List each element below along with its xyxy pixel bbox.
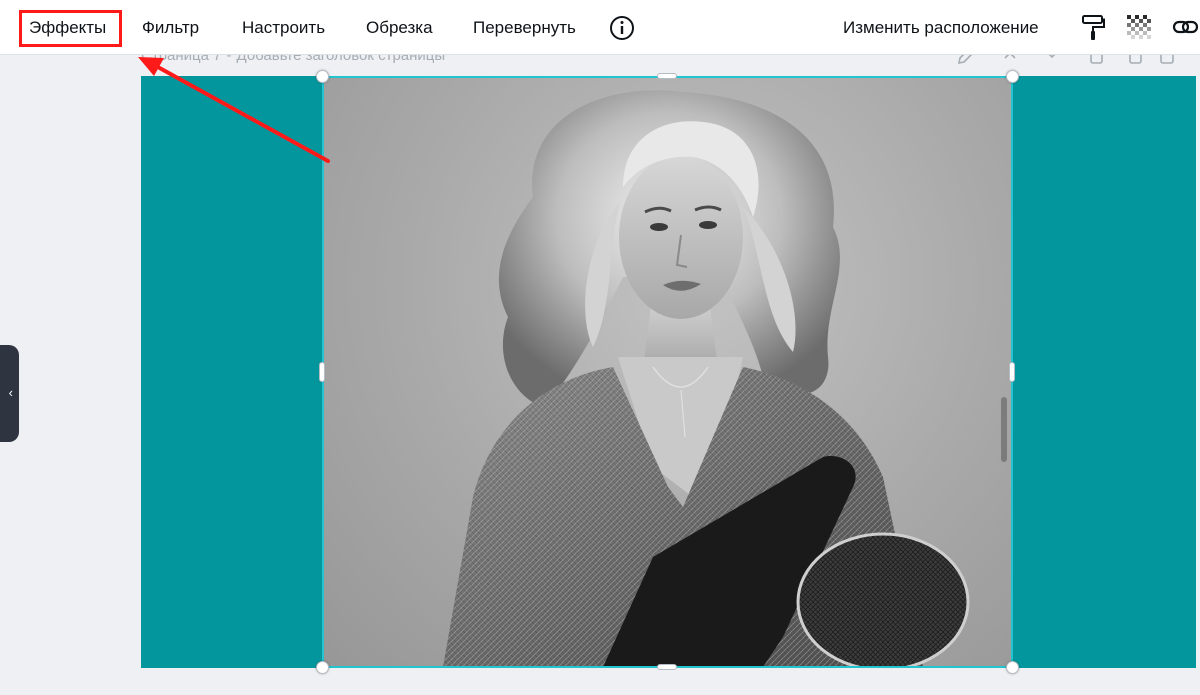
resize-handle-top[interactable] <box>657 73 677 79</box>
chevron-left-icon: ‹ <box>8 385 13 400</box>
photo-woman-portrait <box>443 90 970 667</box>
resize-handle-bottom-right[interactable] <box>1006 661 1019 674</box>
info-icon[interactable] <box>609 15 635 41</box>
image-edit-toolbar: Эффекты Фильтр Настроить Обрезка Перевер… <box>0 0 1200 55</box>
filter-button[interactable]: Фильтр <box>142 0 199 55</box>
effects-button[interactable]: Эффекты <box>29 0 106 55</box>
flip-button[interactable]: Перевернуть <box>473 0 576 55</box>
crop-button[interactable]: Обрезка <box>366 0 433 55</box>
resize-handle-top-left[interactable] <box>316 70 329 83</box>
scrollbar-thumb[interactable] <box>1001 397 1007 462</box>
adjust-button[interactable]: Настроить <box>242 0 325 55</box>
paint-roller-icon[interactable] <box>1081 14 1105 42</box>
selected-photo[interactable] <box>323 77 1012 667</box>
position-button[interactable]: Изменить расположение <box>843 0 1039 55</box>
resize-handle-left[interactable] <box>319 362 325 382</box>
resize-handle-top-right[interactable] <box>1006 70 1019 83</box>
side-panel-toggle[interactable]: ‹ <box>0 345 19 442</box>
resize-handle-bottom-left[interactable] <box>316 661 329 674</box>
transparency-icon[interactable] <box>1127 15 1151 39</box>
resize-handle-bottom[interactable] <box>657 664 677 670</box>
link-icon[interactable] <box>1172 17 1200 39</box>
resize-handle-right[interactable] <box>1009 362 1015 382</box>
